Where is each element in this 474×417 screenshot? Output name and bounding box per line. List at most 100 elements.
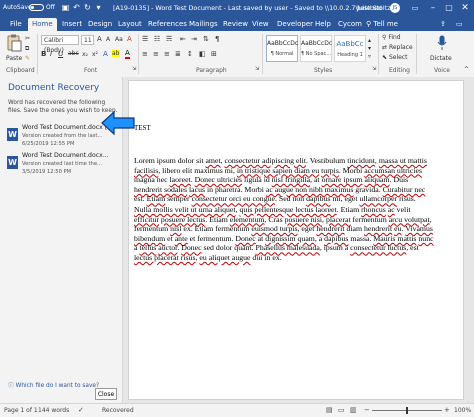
print-layout-icon[interactable]: ▭ bbox=[338, 406, 345, 414]
style-no-spacing[interactable]: AaBbCcDc ¶ No Spac... bbox=[300, 35, 332, 62]
chevron-up-icon[interactable]: ▴ bbox=[368, 37, 371, 44]
word-count[interactable]: 144 words bbox=[38, 407, 69, 414]
font-color-button[interactable]: A bbox=[125, 49, 130, 59]
tab-insert[interactable]: Insert bbox=[58, 18, 86, 31]
spelling-error-run[interactable]: Etiam bbox=[147, 194, 166, 203]
style-normal[interactable]: AaBbCcDc ¶ Normal bbox=[266, 35, 298, 62]
close-button[interactable]: ✕ bbox=[454, 0, 474, 16]
highlight-button[interactable]: ab bbox=[112, 50, 120, 57]
spelling-error-run[interactable]: in tristique sapien diam eu bbox=[237, 166, 319, 175]
underline-button[interactable]: U bbox=[58, 50, 63, 58]
tab-help[interactable]: Help bbox=[311, 18, 335, 31]
close-recovery-button[interactable]: Close bbox=[95, 388, 117, 400]
spelling-error-run[interactable]: ante bbox=[175, 234, 188, 243]
superscript-button[interactable]: x² bbox=[92, 51, 98, 58]
spelling-error-run[interactable]: consectetur orci eu congue bbox=[192, 194, 275, 203]
bullets-icon[interactable]: ☰ bbox=[142, 35, 148, 43]
collapse-ribbon-icon[interactable]: ^ bbox=[464, 66, 469, 73]
spelling-error-run[interactable]: efficitur bbox=[134, 215, 159, 224]
spelling-error-run[interactable]: posuere lectus bbox=[161, 215, 205, 224]
find-button[interactable]: ⚲ Find bbox=[382, 34, 401, 41]
spelling-error-run[interactable]: accumsan ultricies bbox=[364, 166, 422, 175]
align-left-icon[interactable]: ≡ bbox=[142, 50, 148, 58]
cut-icon[interactable]: ✂ bbox=[25, 35, 30, 42]
spelling-error-run[interactable]: dapibus bbox=[306, 194, 330, 203]
italic-button[interactable]: I bbox=[50, 50, 52, 58]
tab-layout[interactable]: Layout bbox=[114, 18, 146, 31]
styles-dialog-launcher-icon[interactable]: ⇲ bbox=[372, 66, 376, 72]
tab-view[interactable]: View bbox=[248, 18, 273, 31]
zoom-out-icon[interactable]: − bbox=[364, 406, 370, 414]
numbering-icon[interactable]: ☷ bbox=[154, 35, 160, 43]
spelling-error-run[interactable]: Phasellus malesuada bbox=[256, 243, 320, 252]
increase-indent-icon[interactable]: ⇥ bbox=[191, 35, 197, 43]
align-right-icon[interactable]: ≡ bbox=[164, 50, 170, 58]
spelling-error-run[interactable]: consectetur adipiscing elit bbox=[225, 156, 306, 165]
strikethrough-icon[interactable]: abc bbox=[68, 50, 79, 57]
page-count[interactable]: Page 1 of 1 bbox=[4, 407, 38, 414]
zoom-level[interactable]: 100% bbox=[454, 407, 471, 414]
spelling-error-run[interactable]: lectus placerat risus bbox=[134, 253, 195, 262]
spelling-error-run[interactable]: lacus bbox=[189, 185, 205, 194]
tab-mailings[interactable]: Mailings bbox=[185, 18, 222, 31]
autosave-toggle[interactable] bbox=[29, 4, 44, 11]
spelling-error-run[interactable]: tellus bbox=[139, 243, 156, 252]
document-page[interactable]: TEST Lorem ipsum dolor sit amet, consect… bbox=[128, 80, 464, 400]
align-center-icon[interactable]: ≡ bbox=[153, 50, 159, 58]
select-button[interactable]: ⬉ Select bbox=[382, 54, 407, 61]
spelling-error-run[interactable]: ac augue non nibh maximus bbox=[266, 185, 353, 194]
spelling-error-run[interactable]: nisl fringilla bbox=[272, 175, 310, 184]
share-icon[interactable]: ⇪ bbox=[436, 18, 450, 31]
read-mode-icon[interactable]: ▤ bbox=[326, 406, 333, 414]
microphone-icon[interactable] bbox=[437, 35, 447, 51]
spelling-error-run[interactable]: hendrerit bbox=[316, 224, 344, 233]
spelling-error-run[interactable]: elementum bbox=[230, 215, 265, 224]
replace-button[interactable]: ⇄ Replace bbox=[382, 44, 413, 51]
spelling-error-run[interactable]: laoreet bbox=[170, 175, 191, 184]
spelling-error-run[interactable]: Donec bbox=[181, 243, 201, 252]
tell-me-search[interactable]: ⚲ Tell me bbox=[362, 18, 402, 31]
paste-button[interactable]: Paste bbox=[6, 55, 22, 62]
shading-icon[interactable]: ◧ bbox=[199, 50, 206, 58]
spelling-error-run[interactable]: rhoncus bbox=[361, 205, 386, 214]
avatar[interactable]: JS bbox=[390, 3, 400, 13]
copy-icon[interactable]: ⧉ bbox=[25, 45, 29, 53]
spelling-error-run[interactable]: euismod turpis bbox=[251, 224, 297, 233]
spelling-error-run[interactable]: Mauris mattis bbox=[373, 234, 416, 243]
autosave-label[interactable]: AutoSave bbox=[3, 4, 32, 11]
more-styles-icon[interactable]: ▿ bbox=[368, 53, 371, 60]
bold-button[interactable]: B bbox=[41, 50, 46, 58]
font-size-select[interactable]: 11 bbox=[81, 35, 94, 45]
spelling-error-run[interactable]: aliquam bbox=[364, 175, 389, 184]
proofing-icon[interactable]: ✓ bbox=[78, 406, 84, 414]
redo-icon[interactable]: ↻ bbox=[83, 3, 92, 12]
spelling-error-run[interactable]: eu aliquet augue bbox=[199, 253, 250, 262]
style-heading-1[interactable]: AaBbCc Heading 1 bbox=[334, 35, 366, 62]
spelling-error-run[interactable]: arcu volutpat bbox=[389, 215, 430, 224]
spelling-error-run[interactable]: Donec bbox=[235, 234, 255, 243]
clear-formatting-icon[interactable]: A bbox=[127, 35, 132, 43]
tab-file[interactable]: File bbox=[6, 18, 26, 31]
font-dialog-launcher-icon[interactable]: ⇲ bbox=[132, 66, 136, 72]
multilevel-list-icon[interactable]: ☴ bbox=[166, 35, 172, 43]
help-link[interactable]: ⓘ Which file do I want to save? bbox=[8, 380, 99, 389]
grow-font-button[interactable]: A bbox=[97, 35, 102, 43]
format-painter-icon[interactable]: ✎ bbox=[25, 55, 30, 62]
zoom-slider[interactable] bbox=[372, 407, 442, 414]
spelling-error-run[interactable]: nunc bbox=[418, 234, 433, 243]
pilcrow-icon[interactable]: ¶ bbox=[215, 35, 219, 43]
change-case-button[interactable]: Aa bbox=[115, 36, 123, 43]
spelling-error-run[interactable]: hendrerit bbox=[364, 224, 392, 233]
spelling-error-run[interactable]: ornare ipsum bbox=[322, 175, 363, 184]
spelling-error-run[interactable]: quis pellentesque lectus laoreet bbox=[239, 205, 336, 214]
text-effects-icon[interactable]: A bbox=[103, 50, 108, 58]
spelling-error-run[interactable]: Curabitur nec bbox=[383, 185, 426, 194]
spelling-error-run[interactable]: placerat bbox=[326, 215, 351, 224]
line-spacing-icon[interactable]: ↕ bbox=[187, 50, 193, 58]
tab-design[interactable]: Design bbox=[84, 18, 116, 31]
zoom-slider-handle[interactable] bbox=[406, 407, 408, 414]
spelling-error-run[interactable]: dignissim quam bbox=[265, 234, 315, 243]
zoom-in-icon[interactable]: + bbox=[444, 406, 450, 414]
spelling-error-run[interactable]: auctor bbox=[158, 243, 177, 252]
font-name-select[interactable]: Calibri (Body) bbox=[41, 35, 79, 54]
